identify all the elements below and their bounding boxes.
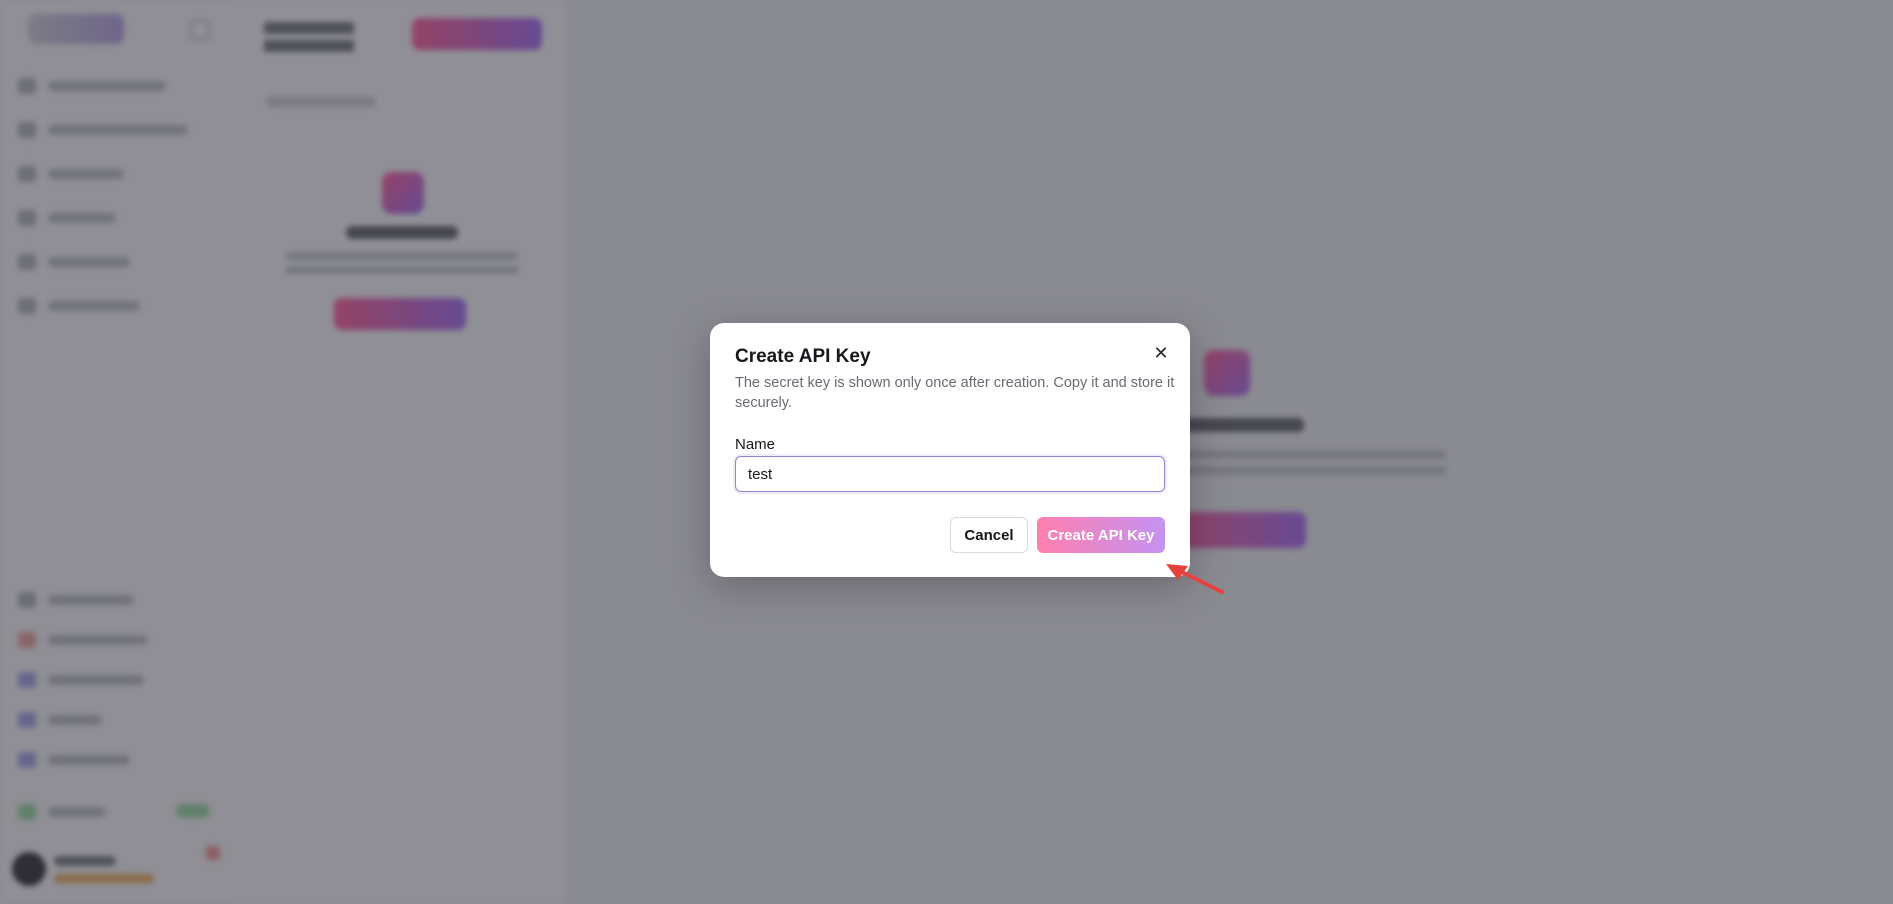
- create-api-key-button[interactable]: Create API Key: [1037, 517, 1165, 553]
- create-api-key-dialog: Create API Key ✕ The secret key is shown…: [710, 323, 1190, 577]
- cancel-button[interactable]: Cancel: [950, 517, 1028, 553]
- dialog-description: The secret key is shown only once after …: [735, 375, 1175, 411]
- name-field-label: Name: [735, 436, 776, 453]
- close-icon[interactable]: ✕: [1151, 343, 1171, 363]
- annotation-arrow-icon: [1166, 564, 1224, 594]
- name-input[interactable]: [735, 456, 1165, 492]
- dialog-title: Create API Key: [735, 346, 871, 367]
